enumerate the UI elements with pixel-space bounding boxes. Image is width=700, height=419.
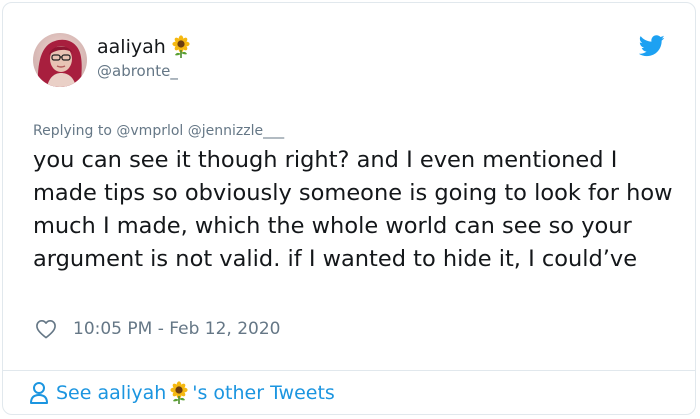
avatar[interactable]	[33, 33, 87, 87]
tweet-meta: 10:05 PM - Feb 12, 2020	[35, 319, 280, 339]
see-suffix: 's other Tweets	[192, 382, 335, 404]
display-name[interactable]: aaliyah	[97, 35, 193, 59]
tweet-card: aaliyah @abronte_ Replying to @vmprlol @…	[2, 2, 696, 415]
tweet-timestamp[interactable]: 10:05 PM - Feb 12, 2020	[73, 319, 280, 339]
see-prefix: See aaliyah	[56, 382, 167, 404]
heart-icon[interactable]	[35, 319, 57, 339]
replying-prefix: Replying to	[33, 123, 112, 139]
user-handle[interactable]: @abronte_	[97, 61, 193, 81]
see-other-tweets-text[interactable]: See aaliyah 's other Tweets	[56, 381, 335, 405]
see-other-tweets-link[interactable]: See aaliyah 's other Tweets	[29, 381, 335, 405]
mention-link[interactable]: @vmprlol	[116, 123, 183, 139]
sunflower-icon	[167, 381, 191, 405]
display-name-text: aaliyah	[97, 36, 166, 58]
replying-to: Replying to @vmprlol @jennizzle___	[33, 123, 284, 139]
mention-link[interactable]: @jennizzle___	[188, 123, 284, 139]
person-icon	[29, 381, 49, 405]
user-names: aaliyah @abronte_	[97, 35, 193, 81]
sunflower-icon	[169, 35, 193, 59]
twitter-bird-icon[interactable]	[638, 35, 665, 57]
divider	[3, 370, 695, 371]
tweet-text: you can see it though right? and I even …	[33, 147, 673, 272]
tweet-header: aaliyah @abronte_	[33, 31, 665, 91]
